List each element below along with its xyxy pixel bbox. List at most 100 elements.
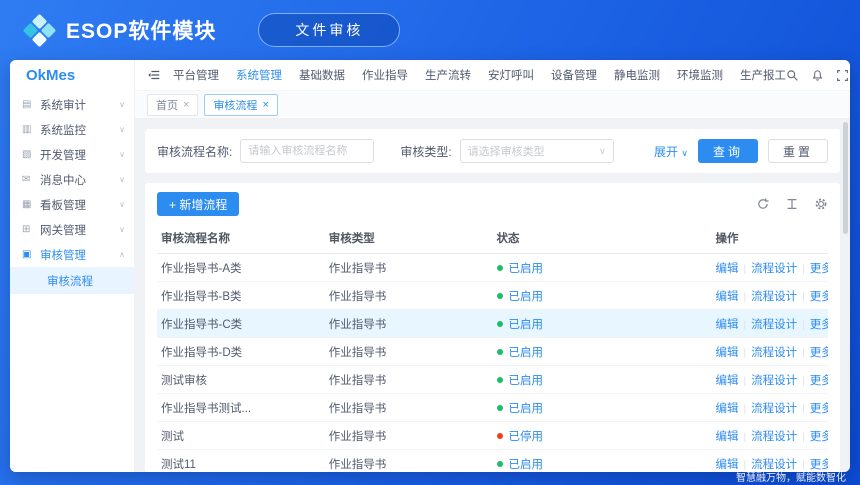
cell-operations: 编辑 | 流程设计 | 更多 ∨ — [711, 309, 828, 338]
chevron-down-icon: ∨ — [599, 145, 606, 156]
table-row[interactable]: 测试审核作业指导书 已启用 编辑 | 流程设计 | 更多 ∨ — [157, 365, 828, 394]
status-dot-icon — [496, 460, 503, 467]
table-row[interactable]: 测试作业指导书 已停用 编辑 | 流程设计 | 更多 ∨ — [157, 421, 828, 450]
chevron-up-icon: ∧ — [119, 250, 125, 259]
gear-icon[interactable] — [814, 197, 828, 211]
search-button[interactable]: 查询 — [697, 139, 758, 163]
topnav-item[interactable]: 生产流转 — [425, 67, 471, 83]
table-row[interactable]: 作业指导书-D类作业指导书 已启用 编辑 | 流程设计 | 更多 ∨ — [157, 337, 828, 366]
refresh-icon[interactable] — [756, 197, 770, 211]
tab[interactable]: 首页 × — [147, 93, 199, 116]
cell-status: 已停用 — [492, 421, 712, 450]
topnav-item[interactable]: 静电监测 — [614, 67, 660, 83]
cell-operations: 编辑 | 流程设计 | 更多 ∨ — [711, 421, 828, 450]
module-badge[interactable]: 文件审核 — [258, 13, 401, 47]
divider: | — [802, 431, 805, 443]
brand-logo-icon — [22, 13, 57, 48]
table-row[interactable]: 作业指导书-B类作业指导书 已启用 编辑 | 流程设计 | 更多 ∨ — [157, 281, 828, 310]
divider: | — [743, 263, 747, 275]
status-text: 已停用 — [508, 430, 544, 443]
tab-label: 首页 — [156, 99, 178, 112]
sidebar-item[interactable]: ▥ 系统监控 ∨ — [10, 117, 134, 142]
sidebar-item[interactable]: ▧ 开发管理 ∨ — [10, 142, 134, 167]
more-link[interactable]: 更多 ∨ — [810, 291, 828, 303]
close-icon[interactable]: × — [183, 99, 189, 111]
reset-button[interactable]: 重置 — [767, 139, 828, 163]
chevron-down-icon: ∨ — [119, 150, 125, 159]
edit-link[interactable]: 编辑 — [715, 263, 738, 275]
bell-icon[interactable] — [811, 69, 824, 82]
flow-design-link[interactable]: 流程设计 — [751, 347, 797, 359]
edit-link[interactable]: 编辑 — [715, 375, 738, 387]
topnav-item[interactable]: 平台管理 — [173, 67, 219, 83]
more-link[interactable]: 更多 ∨ — [810, 375, 828, 387]
more-link[interactable]: 更多 ∨ — [810, 263, 828, 275]
sidebar-item-label: 审核流程 — [47, 275, 93, 288]
vertical-scrollbar[interactable] — [843, 122, 848, 234]
filter-actions: 展开 ∨ 查询 重置 — [654, 139, 828, 163]
flow-design-link[interactable]: 流程设计 — [751, 431, 797, 443]
flow-design-link[interactable]: 流程设计 — [751, 403, 797, 415]
topnav-item[interactable]: 安灯呼叫 — [488, 67, 534, 83]
divider: | — [802, 347, 805, 359]
tab[interactable]: 审核流程 × — [204, 93, 278, 116]
edit-link[interactable]: 编辑 — [715, 431, 738, 443]
close-icon[interactable]: × — [262, 99, 268, 111]
cell-flow-name: 作业指导书-B类 — [157, 281, 325, 310]
flow-design-link[interactable]: 流程设计 — [751, 263, 797, 275]
sidebar-item[interactable]: ▦ 看板管理 ∨ — [10, 192, 134, 217]
cell-review-type: 作业指导书 — [324, 253, 493, 282]
add-flow-button[interactable]: + 新增流程 — [157, 192, 240, 216]
edit-link[interactable]: 编辑 — [715, 291, 738, 303]
table-row[interactable]: 作业指导书-C类作业指导书 已启用 编辑 | 流程设计 | 更多 ∨ — [157, 309, 828, 338]
review-type-select[interactable]: 请选择审核类型 ∨ — [459, 139, 614, 163]
tab-bar: 首页 × 审核流程 × — [135, 91, 850, 119]
status-dot-icon — [496, 292, 503, 299]
topnav-item[interactable]: 基础数据 — [299, 67, 345, 83]
status-text: 已启用 — [508, 402, 544, 415]
collapse-menu-icon[interactable] — [147, 68, 161, 82]
sidebar-item[interactable]: ⊞ 网关管理 ∨ — [10, 217, 134, 242]
topnav-item[interactable]: 环境监测 — [677, 67, 723, 83]
status-text: 已启用 — [508, 346, 544, 359]
edit-link[interactable]: 编辑 — [715, 403, 738, 415]
flow-design-link[interactable]: 流程设计 — [751, 375, 797, 387]
topnav-item[interactable]: 作业指导 — [362, 67, 408, 83]
table-row[interactable]: 测试11作业指导书已启用编辑|流程设计|更多 ∨ — [157, 449, 828, 472]
topnav-item[interactable]: 生产报工 — [740, 67, 786, 83]
flow-design-link[interactable]: 流程设计 — [751, 291, 797, 303]
search-icon[interactable] — [786, 69, 799, 82]
table-row[interactable]: 作业指导书测试...作业指导书 已启用 编辑 | 流程设计 | 更多 ∨ — [157, 393, 828, 422]
cell-operations: 编辑 | 流程设计 | 更多 ∨ — [711, 337, 828, 366]
sidebar-subitem[interactable]: 审核流程 — [10, 267, 134, 294]
divider: | — [743, 319, 747, 331]
edit-link[interactable]: 编辑 — [715, 347, 738, 359]
more-link[interactable]: 更多 ∨ — [810, 431, 828, 443]
dev-icon: ▧ — [22, 149, 32, 160]
table-row[interactable]: 作业指导书-A类作业指导书 已启用 编辑 | 流程设计 | 更多 ∨ — [157, 253, 828, 282]
fullscreen-icon[interactable] — [836, 69, 849, 82]
flow-design-link[interactable]: 流程设计 — [751, 319, 797, 331]
more-link[interactable]: 更多 ∨ — [810, 403, 828, 415]
sidebar-item[interactable]: ✉ 消息中心 ∨ — [10, 167, 134, 192]
expand-link[interactable]: 展开 ∨ — [654, 143, 688, 160]
cell-status: 已启用 — [492, 309, 712, 338]
sidebar-item-label: 开发管理 — [40, 149, 86, 162]
topnav-item[interactable]: 设备管理 — [551, 67, 597, 83]
sidebar-item[interactable]: ▣ 审核管理 ∧ — [10, 242, 134, 267]
divider: | — [802, 403, 805, 415]
text-height-icon[interactable] — [785, 197, 799, 211]
cell-flow-name: 测试11 — [157, 449, 325, 472]
app-window: OkMes ▤ 系统审计 ∨ ▥ 系统监控 ∨ ▧ 开发管理 ∨ ✉ 消息中心 ∨ ▦ 看板管理 ∨ ⊞ 网关管… — [10, 60, 850, 472]
flow-name-input[interactable] — [240, 139, 375, 163]
sidebar-item[interactable]: ▤ 系统审计 ∨ — [10, 92, 134, 117]
divider: | — [743, 431, 747, 443]
message-icon: ✉ — [22, 174, 31, 185]
topnav-item[interactable]: 系统管理 — [236, 67, 282, 83]
sidebar-item-label: 系统审计 — [40, 99, 86, 112]
page: ESOP软件模块 文件审核 OkMes ▤ 系统审计 ∨ ▥ 系统监控 ∨ ▧ 开发管理 ∨ ✉ 消… — [0, 0, 860, 485]
edit-link[interactable]: 编辑 — [715, 319, 738, 331]
more-link[interactable]: 更多 ∨ — [810, 347, 828, 359]
cell-review-type: 作业指导书 — [324, 365, 493, 394]
more-link[interactable]: 更多 ∨ — [810, 319, 828, 331]
